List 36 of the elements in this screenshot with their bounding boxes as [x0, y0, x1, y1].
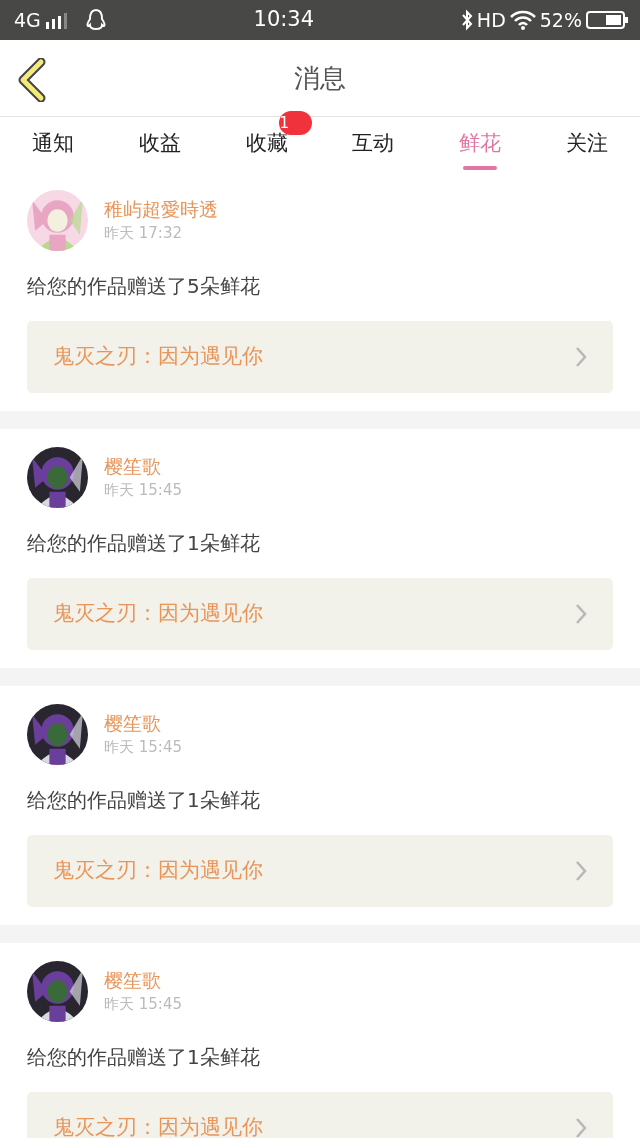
tab[interactable]: 互动	[320, 117, 427, 172]
message-text: 给您的作品赠送了1朵鲜花	[27, 530, 261, 557]
tab[interactable]: 鲜花	[426, 117, 534, 172]
clock-time: 10:34	[253, 6, 315, 34]
battery-percent: 52%	[539, 7, 582, 33]
chevron-icon	[575, 1117, 587, 1138]
bluetooth-icon	[460, 9, 473, 31]
message-text: 给您的作品赠送了5朵鲜花	[27, 273, 261, 300]
battery-icon	[586, 10, 628, 30]
timestamp: 昨天 17:32	[104, 222, 183, 244]
timestamp: 昨天 15:45	[104, 479, 182, 501]
user-name[interactable]: 樱笙歌	[104, 453, 182, 479]
wifi-icon	[509, 10, 536, 30]
network-label: 4G	[14, 7, 41, 33]
message-text: 给您的作品赠送了1朵鲜花	[27, 1044, 261, 1071]
work-link[interactable]: 鬼灭之刃：因为遇见你	[27, 835, 613, 907]
timestamp: 昨天 15:45	[104, 993, 182, 1015]
tab[interactable]: 关注	[533, 117, 640, 172]
penguin-icon	[84, 8, 107, 32]
chevron-icon	[575, 860, 587, 882]
work-link[interactable]: 鬼灭之刃：因为遇见你	[27, 578, 613, 650]
work-link[interactable]: 鬼灭之刃：因为遇见你	[27, 1092, 613, 1138]
back-icon[interactable]	[16, 58, 48, 102]
user-name[interactable]: 稚屿超愛時透	[104, 196, 218, 222]
chevron-icon	[575, 346, 587, 368]
user-name[interactable]: 樱笙歌	[104, 967, 182, 993]
message-text: 给您的作品赠送了1朵鲜花	[27, 787, 261, 814]
user-name[interactable]: 樱笙歌	[104, 710, 182, 736]
hd-label: HD	[476, 7, 506, 33]
chevron-icon	[575, 603, 587, 625]
work-link[interactable]: 鬼灭之刃：因为遇见你	[27, 321, 613, 393]
tab[interactable]: 收益	[106, 117, 214, 172]
tab[interactable]: 通知	[0, 117, 107, 172]
signal-icon	[44, 11, 69, 29]
timestamp: 昨天 15:45	[104, 736, 182, 758]
page-title: 消息	[294, 61, 346, 95]
